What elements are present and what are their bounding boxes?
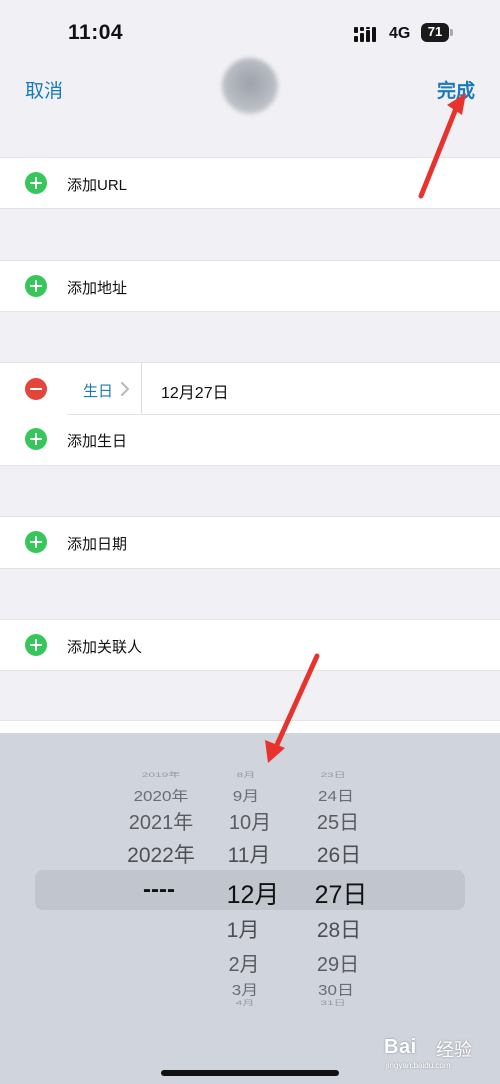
watermark-url: jingyan.baidu.com (386, 1061, 451, 1070)
add-icon[interactable] (25, 428, 47, 450)
picker-year-selected[interactable]: ---- (143, 876, 175, 904)
battery-icon: 71 (421, 23, 455, 43)
add-url-row[interactable]: 添加URL (0, 157, 500, 209)
add-related-label: 添加关联人 (67, 639, 143, 656)
status-time: 11:04 (68, 21, 124, 44)
picker-day-item[interactable]: 29日 (317, 948, 359, 977)
add-date-row[interactable]: 添加日期 (0, 516, 500, 569)
watermark-text: 经验 (436, 1040, 472, 1060)
picker-year-item[interactable]: 2022年 (127, 839, 195, 869)
picker-month-selected[interactable]: 12月 (227, 875, 280, 911)
picker-day-item[interactable]: 25日 (317, 806, 359, 835)
add-related-row[interactable]: 添加关联人 (0, 619, 500, 671)
add-icon[interactable] (25, 531, 47, 553)
picker-day-item[interactable]: 24日 (318, 784, 354, 805)
add-address-label: 添加地址 (67, 280, 128, 297)
picker-day-item[interactable]: 23日 (320, 770, 345, 779)
picker-month-item[interactable]: 4月 (236, 998, 255, 1007)
picker-month-item[interactable]: 8月 (237, 770, 256, 779)
cellular-signal-icon (354, 27, 376, 42)
field-divider (141, 363, 142, 414)
chevron-right-icon (121, 382, 129, 396)
baidu-logo: Bai (384, 1036, 417, 1058)
home-indicator[interactable] (161, 1070, 339, 1076)
add-url-label: 添加URL (67, 177, 128, 194)
birthday-type-label[interactable]: 生日 (83, 380, 113, 401)
picker-month-item[interactable]: 1月 (227, 914, 260, 944)
picker-day-item[interactable]: 30日 (318, 978, 354, 999)
picker-year-item[interactable]: 2020年 (134, 784, 189, 805)
picker-month-item[interactable]: 9月 (233, 784, 259, 805)
battery-level: 71 (427, 24, 443, 39)
picker-year-item[interactable]: 2021年 (129, 806, 194, 835)
picker-day-item[interactable]: 31日 (320, 998, 345, 1007)
cancel-button[interactable]: 取消 (25, 76, 63, 103)
add-icon[interactable] (25, 275, 47, 297)
birthday-value[interactable]: 12月27日 (161, 379, 229, 403)
birthday-group: 生日 12月27日 添加生日 (0, 362, 500, 466)
network-type: 4G (389, 25, 411, 42)
add-address-row[interactable]: 添加地址 (0, 260, 500, 312)
picker-month-item[interactable]: 10月 (229, 806, 271, 835)
picker-month-item[interactable]: 2月 (228, 948, 259, 977)
row-separator (67, 414, 500, 415)
picker-month-item[interactable]: 11月 (228, 839, 271, 869)
add-date-label: 添加日期 (67, 536, 128, 553)
done-button[interactable]: 完成 (437, 76, 475, 103)
add-icon[interactable] (25, 172, 47, 194)
remove-icon[interactable] (25, 378, 47, 400)
add-icon[interactable] (25, 634, 47, 656)
picker-day-selected[interactable]: 27日 (315, 875, 368, 911)
contact-avatar[interactable] (222, 58, 278, 114)
picker-month-item[interactable]: 3月 (232, 978, 258, 999)
picker-year-item[interactable]: 2019年 (142, 770, 181, 779)
add-birthday-label[interactable]: 添加生日 (67, 430, 127, 451)
baidu-jingyan-watermark: Bai 经验 jingyan.baidu.com (384, 1028, 494, 1070)
picker-day-item[interactable]: 28日 (317, 914, 361, 944)
picker-day-item[interactable]: 26日 (317, 839, 361, 869)
